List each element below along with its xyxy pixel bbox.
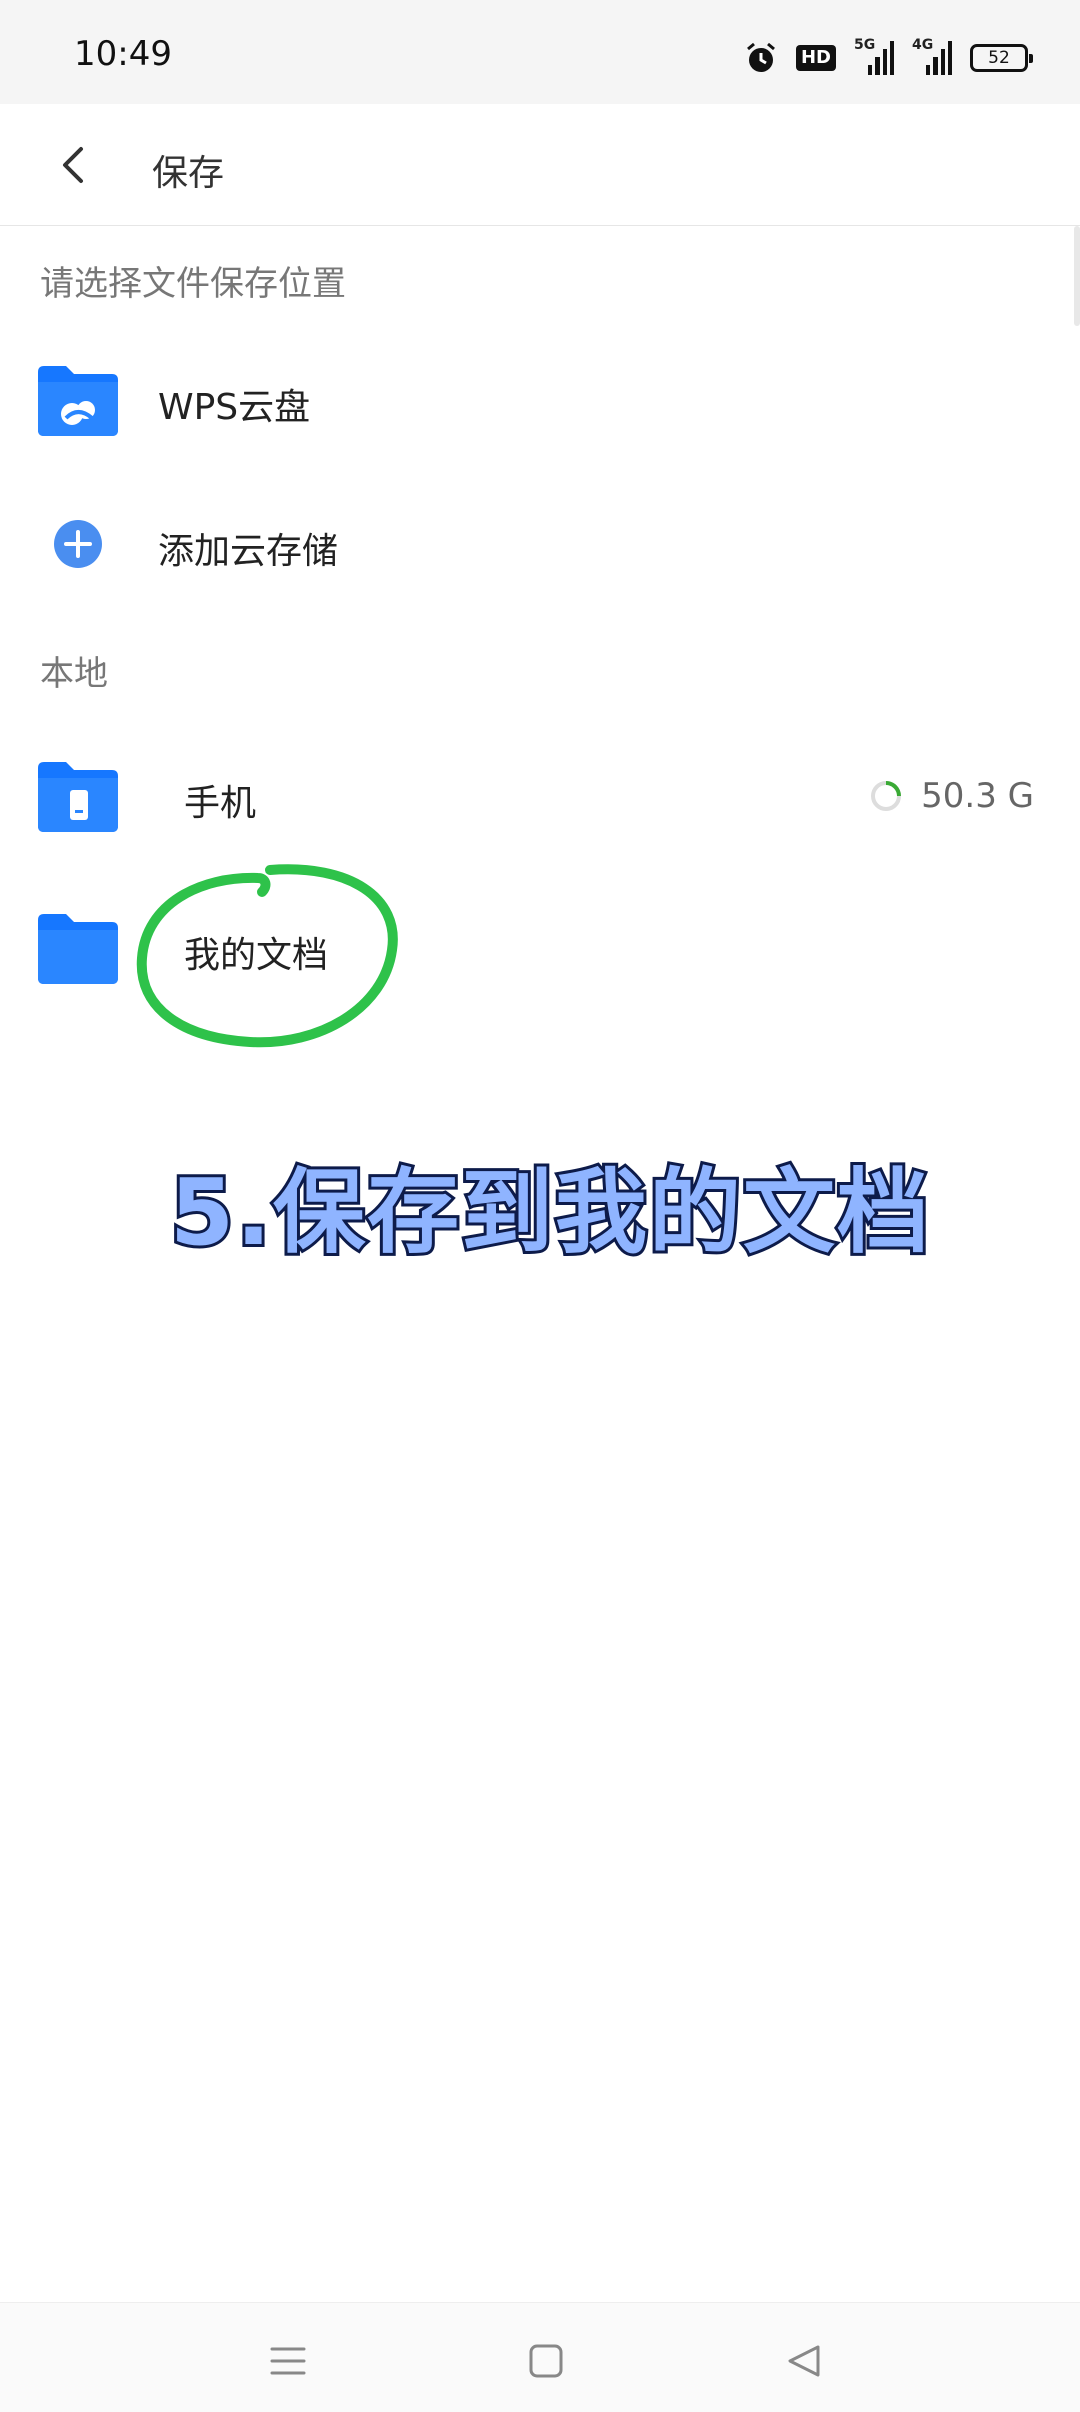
alarm-icon: [747, 42, 775, 72]
battery-level: 52: [988, 48, 1010, 68]
screen: 10:49 HD 5G 4G 52 保存 请选择文件保存位置 WPS云盘 添加云…: [0, 0, 1080, 2412]
add-circle-icon: [54, 520, 102, 568]
list-item-label: 添加云存储: [158, 531, 339, 572]
nav-home-button[interactable]: [516, 2331, 576, 2391]
signal-5g-icon: 5G: [854, 37, 894, 75]
section-label-local: 本地: [40, 654, 108, 694]
back-button[interactable]: [40, 130, 110, 200]
list-item-label: 手机: [184, 783, 257, 824]
status-time: 10:49: [74, 34, 172, 74]
menu-icon: [270, 2347, 306, 2375]
list-item-phone[interactable]: 手机 50.3 G: [0, 726, 1080, 866]
status-icons: HD 5G 4G 52: [744, 37, 1033, 78]
annotation-caption: 5.保存到我的文档: [167, 1156, 932, 1269]
system-nav-bar: [0, 2302, 1080, 2412]
battery-icon: 52: [970, 44, 1033, 72]
storage-info: 50.3 G: [869, 776, 1034, 816]
section-label-cloud: 请选择文件保存位置: [40, 264, 346, 304]
list-item-label: WPS云盘: [158, 387, 311, 428]
list-item-add-cloud[interactable]: 添加云存储: [0, 474, 1080, 614]
annotation-circle: [136, 864, 398, 1048]
chevron-left-icon: [63, 147, 83, 183]
phone-folder-icon: [38, 762, 118, 832]
hd-icon: HD: [795, 45, 836, 71]
storage-size: 50.3 G: [921, 776, 1034, 816]
folder-icon: [38, 914, 118, 984]
storage-ring-icon: [871, 781, 902, 811]
back-icon: [788, 2345, 820, 2377]
home-icon: [529, 2344, 563, 2378]
page-title: 保存: [152, 153, 225, 194]
app-header: 保存: [0, 104, 1080, 226]
nav-menu-button[interactable]: [258, 2331, 318, 2391]
list-item-wps-cloud[interactable]: WPS云盘: [0, 330, 1080, 470]
signal-4g-icon: 4G: [912, 37, 952, 75]
cloud-folder-icon: [38, 366, 118, 436]
nav-back-button[interactable]: [774, 2331, 834, 2391]
status-bar: 10:49 HD 5G 4G 52: [0, 0, 1080, 104]
scrollbar[interactable]: [1074, 226, 1080, 326]
